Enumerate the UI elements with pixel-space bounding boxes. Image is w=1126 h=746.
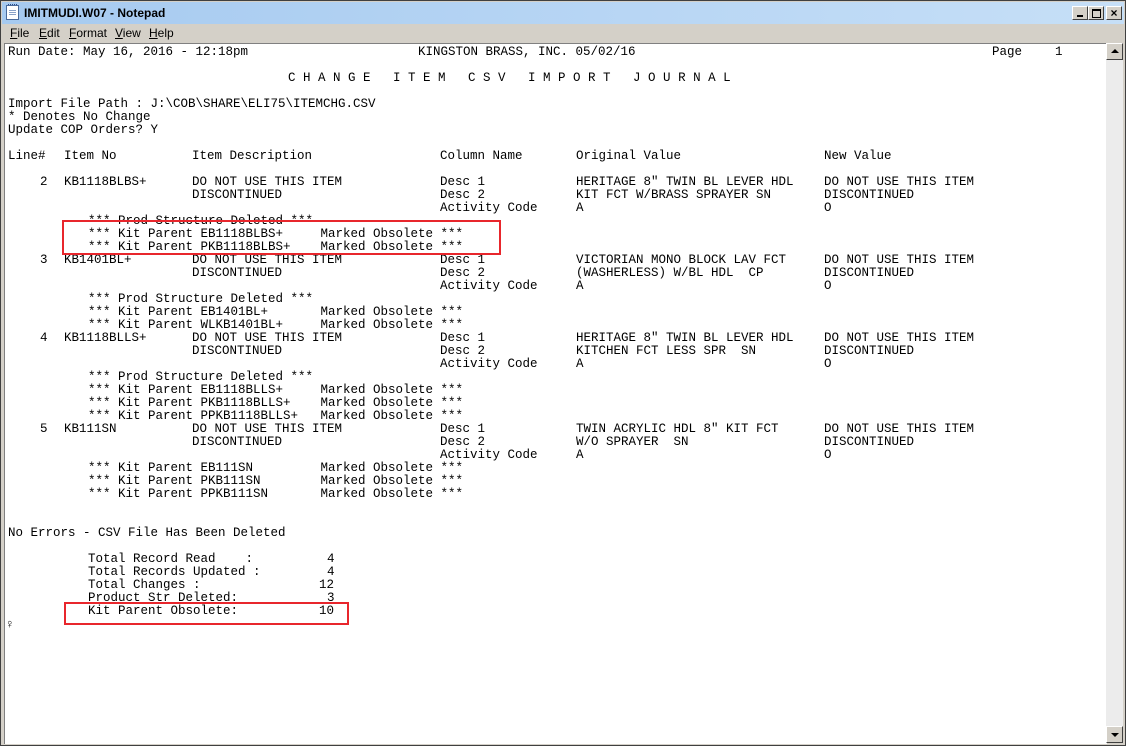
record-new: O: [824, 448, 832, 462]
record-new: DISCONTINUED: [824, 188, 915, 202]
col-header-new: New Value: [824, 149, 892, 163]
record-orig: W/O SPRAYER SN: [576, 435, 689, 449]
vertical-scrollbar[interactable]: [1106, 43, 1123, 743]
title-bar[interactable]: IMITMUDI.W07 - Notepad ×: [2, 2, 1124, 24]
record-desc: DISCONTINUED: [192, 435, 283, 449]
col-header-column: Column Name: [440, 149, 523, 163]
record-item: KB1118BLLS+: [64, 331, 147, 345]
page-number: 1: [1055, 45, 1063, 59]
record-col: Activity Code: [440, 201, 538, 215]
col-header-desc: Item Description: [192, 149, 313, 163]
record-orig: (WASHERLESS) W/BL HDL CP: [576, 266, 764, 280]
record-new: DISCONTINUED: [824, 266, 915, 280]
col-header-line: Line#: [8, 149, 46, 163]
record-desc: DISCONTINUED: [192, 266, 283, 280]
record-orig: A: [576, 448, 584, 462]
menu-format[interactable]: Format: [69, 26, 107, 40]
record-orig: KITCHEN FCT LESS SPR SN: [576, 344, 757, 358]
record-col: Activity Code: [440, 279, 538, 293]
col-header-item: Item No: [64, 149, 117, 163]
notepad-window: IMITMUDI.W07 - Notepad × File Edit Forma…: [0, 0, 1126, 746]
record-orig: A: [576, 201, 584, 215]
menu-file[interactable]: File: [10, 26, 29, 40]
record-new: O: [824, 279, 832, 293]
record-orig: A: [576, 357, 584, 371]
record-desc: DISCONTINUED: [192, 188, 283, 202]
record-line: 4: [40, 331, 48, 345]
update-orders: Update COP Orders? Y: [8, 123, 159, 137]
record-item: KB1401BL+: [64, 253, 132, 267]
record-line: 5: [40, 422, 48, 436]
run-date: Run Date: May 16, 2016 - 12:18pm: [8, 45, 249, 59]
col-header-original: Original Value: [576, 149, 682, 163]
close-button[interactable]: ×: [1106, 6, 1122, 20]
notepad-icon[interactable]: [6, 4, 19, 20]
menu-bar: File Edit Format View Help: [2, 24, 1124, 42]
record-col: Activity Code: [440, 357, 538, 371]
record-new: DISCONTINUED: [824, 435, 915, 449]
menu-edit[interactable]: Edit: [39, 26, 60, 40]
menu-help[interactable]: Help: [149, 26, 174, 40]
highlight-box-kit-parent-obsolete: [64, 602, 349, 625]
record-line: 3: [40, 253, 48, 267]
maximize-button[interactable]: [1088, 6, 1104, 20]
record-item: KB1118BLBS+: [64, 175, 147, 189]
record-desc: DISCONTINUED: [192, 344, 283, 358]
minimize-button[interactable]: [1072, 6, 1088, 20]
scroll-down-arrow-icon[interactable]: [1106, 726, 1123, 743]
record-orig: KIT FCT W/BRASS SPRAYER SN: [576, 188, 772, 202]
record-new: O: [824, 357, 832, 371]
menu-view[interactable]: View: [115, 26, 141, 40]
record-new: DISCONTINUED: [824, 344, 915, 358]
window-title: IMITMUDI.W07 - Notepad: [24, 6, 166, 20]
record-note: *** Kit Parent PPKB111SN Marked Obsolete…: [88, 487, 464, 501]
record-line: 2: [40, 175, 48, 189]
scroll-up-arrow-icon[interactable]: [1106, 43, 1123, 60]
record-new: O: [824, 201, 832, 215]
report-title: C H A N G E I T E M C S V I M P O R T J …: [288, 71, 731, 85]
company-header: KINGSTON BRASS, INC. 05/02/16: [418, 45, 636, 59]
text-editor[interactable]: Run Date: May 16, 2016 - 12:18pm KINGSTO…: [4, 43, 1107, 744]
record-item: KB111SN: [64, 422, 117, 436]
highlight-box-kit-parents: [62, 220, 501, 255]
record-orig: A: [576, 279, 584, 293]
text-cursor-mark: ♀: [6, 618, 14, 632]
status-message: No Errors - CSV File Has Been Deleted: [8, 526, 286, 540]
page-label: Page: [992, 45, 1023, 59]
